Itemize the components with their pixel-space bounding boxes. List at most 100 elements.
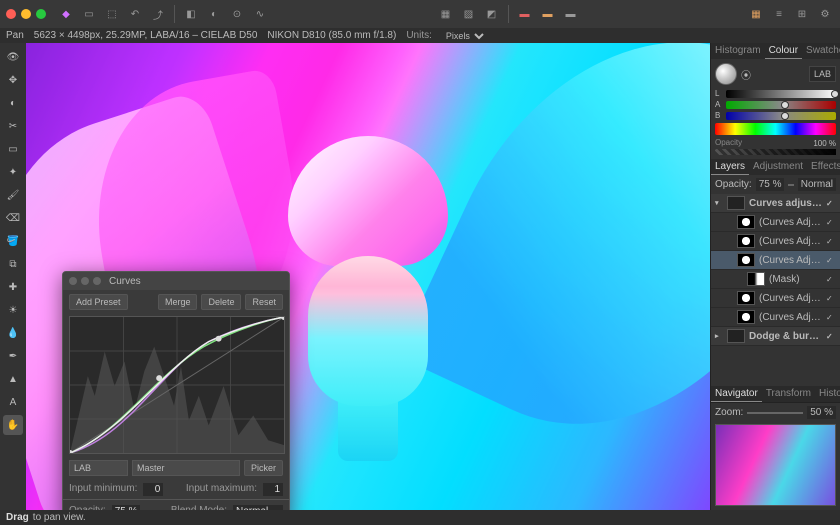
move-tool[interactable]: ✥ — [3, 70, 23, 90]
units-select[interactable]: Pixels — [442, 30, 487, 42]
layer-group[interactable]: ▸Dodge & burn (Group)✓ — [711, 327, 840, 346]
app-toolbar: ◆ ▭ ⬚ ↶ ⤴ ◧ ◐ ⊙ ∿ ▦ ▨ ◩ ▬ ▬ ▬ ▦ ≡ ⊞ ⚙ — [0, 0, 840, 28]
zoom-slider[interactable] — [747, 412, 803, 414]
curves-blendmode[interactable]: Normal — [233, 505, 283, 510]
share-icon[interactable]: ⤴ — [149, 5, 167, 23]
tab-adjustment[interactable]: Adjustment — [749, 159, 807, 175]
layer-opacity-value[interactable]: 75 % — [756, 178, 785, 191]
dodge-tool[interactable]: ☀ — [3, 300, 23, 320]
refine-icon[interactable]: ▬ — [539, 5, 557, 23]
maximize-window[interactable] — [36, 9, 46, 19]
doc-info: 5623 × 4498px, 25.29MP, LABA/16 – CIELAB… — [34, 30, 258, 41]
tab-histogram[interactable]: Histogram — [711, 43, 765, 59]
layer-group[interactable]: ▾Curves adjustments (Group)✓ — [711, 194, 840, 213]
eyedropper-icon[interactable]: ⦿ — [741, 67, 751, 82]
invert-icon[interactable]: ◩ — [483, 5, 501, 23]
levels-icon[interactable]: ◧ — [182, 5, 200, 23]
adjust-icon[interactable]: ⊙ — [228, 5, 246, 23]
brush-tool[interactable]: 🖌 — [3, 185, 23, 205]
colour-tabs: HistogramColourSwatchesBrushes — [711, 43, 840, 59]
curves-icon[interactable]: ∿ — [251, 5, 269, 23]
picker-button[interactable]: Picker — [244, 460, 283, 476]
pan-tool[interactable]: ✋ — [3, 415, 23, 435]
layers-panel: Opacity: 75 % Normal ▾Curves adjustments… — [711, 175, 840, 386]
navigator-panel: Zoom: 50 % — [711, 402, 840, 510]
reset-button[interactable]: Reset — [245, 294, 283, 310]
tab-effects[interactable]: Effects — [807, 159, 840, 175]
tab-swatches[interactable]: Swatches — [802, 43, 840, 59]
colour-slider-L[interactable]: L — [715, 89, 836, 98]
curves-graph[interactable] — [69, 316, 285, 454]
input-max-value[interactable]: 1 — [263, 483, 283, 496]
delete-button[interactable]: Delete — [201, 294, 241, 310]
tab-history[interactable]: History — [815, 386, 840, 402]
layers-tabs: LayersAdjustmentEffectsStylesStock — [711, 159, 840, 175]
tab-transform[interactable]: Transform — [762, 386, 815, 402]
layer-item[interactable]: (Curves Adjustment)✓ — [711, 308, 840, 327]
align-icon[interactable]: ≡ — [770, 5, 788, 23]
layer-blendmode[interactable]: Normal — [798, 178, 836, 191]
channel-select[interactable]: Master — [132, 460, 240, 476]
merge-button[interactable]: Merge — [158, 294, 198, 310]
clone-tool[interactable]: ⧉ — [3, 254, 23, 274]
text-tool[interactable]: A — [3, 392, 23, 412]
layer-item[interactable]: (Mask)✓ — [711, 270, 840, 289]
snapping-icon[interactable]: ▬ — [562, 5, 580, 23]
close-window[interactable] — [6, 9, 16, 19]
flood-select[interactable]: ✦ — [3, 162, 23, 182]
spectrum-picker[interactable] — [715, 123, 836, 135]
curves-adjustment-panel: Curves Add Preset Merge Delete Reset — [62, 271, 290, 510]
history-icon[interactable]: ↶ — [126, 5, 144, 23]
minimize-window[interactable] — [21, 9, 31, 19]
view-tool[interactable]: 👁 — [3, 47, 23, 67]
heal-tool[interactable]: ✚ — [3, 277, 23, 297]
zoom-value[interactable]: 50 % — [807, 406, 836, 419]
layer-item[interactable]: (Curves Adjustm✓ — [711, 213, 840, 232]
colour-panel: ⦿ LAB LAB Opacity 100 % — [711, 59, 840, 159]
layer-list: ▾Curves adjustments (Group)✓(Curves Adju… — [711, 194, 840, 386]
navigator-tabs: NavigatorTransformHistoryChannels — [711, 386, 840, 402]
blur-tool[interactable]: 💧 — [3, 323, 23, 343]
colour-swatch[interactable] — [715, 63, 737, 85]
tab-navigator[interactable]: Navigator — [711, 386, 762, 402]
colour-slider-B[interactable]: B — [715, 111, 836, 120]
canvas-viewport[interactable]: Curves Add Preset Merge Delete Reset — [26, 43, 710, 510]
colour-model-select[interactable]: LAB — [809, 66, 836, 82]
select-all-icon[interactable]: ▦ — [437, 5, 455, 23]
tab-colour[interactable]: Colour — [765, 43, 802, 59]
contrast-icon[interactable]: ◐ — [205, 5, 223, 23]
layer-item[interactable]: (Curves Adjustment)✓ — [711, 289, 840, 308]
navigator-preview[interactable] — [715, 424, 836, 506]
colorspace-select[interactable]: LAB — [69, 460, 128, 476]
document-icon[interactable]: ▭ — [80, 5, 98, 23]
assistant-icon[interactable]: ⚙ — [816, 5, 834, 23]
tab-layers[interactable]: Layers — [711, 159, 749, 175]
layer-opacity-slider[interactable] — [788, 184, 793, 186]
input-min-value[interactable]: 0 — [143, 483, 163, 496]
context-toolbar: Pan 5623 × 4498px, 25.29MP, LABA/16 – CI… — [0, 28, 840, 43]
selection-tool[interactable]: ▭ — [3, 139, 23, 159]
erase-tool[interactable]: ⌫ — [3, 208, 23, 228]
crop-tool[interactable]: ✂ — [3, 116, 23, 136]
layer-item[interactable]: (Curves Adjustment)✓ — [711, 251, 840, 270]
curves-opacity-value[interactable]: 75 % — [112, 505, 141, 510]
add-preset-button[interactable]: Add Preset — [69, 294, 128, 310]
colour-slider-A[interactable]: A — [715, 100, 836, 109]
insert-icon[interactable]: ⊞ — [793, 5, 811, 23]
quickmask-icon[interactable]: ▬ — [516, 5, 534, 23]
color-picker[interactable]: ◐ — [3, 93, 23, 113]
fill-tool[interactable]: 🪣 — [3, 231, 23, 251]
deselect-icon[interactable]: ▨ — [460, 5, 478, 23]
arrange-icon[interactable]: ▦ — [747, 5, 765, 23]
shape-tool[interactable]: ▲ — [3, 369, 23, 389]
tools-panel: 👁 ✥ ◐ ✂ ▭ ✦ 🖌 ⌫ 🪣 ⧉ ✚ ☀ 💧 ✒ ▲ A ✋ — [0, 43, 26, 510]
persona-icon[interactable]: ⬚ — [103, 5, 121, 23]
app-logo-icon: ◆ — [57, 5, 75, 23]
camera-info: NIKON D810 (85.0 mm f/1.8) — [267, 30, 396, 41]
window-controls — [6, 9, 46, 19]
pen-tool[interactable]: ✒ — [3, 346, 23, 366]
panel-header[interactable]: Curves — [63, 272, 289, 290]
layer-item[interactable]: (Curves Adjustm✓ — [711, 232, 840, 251]
opacity-slider[interactable]: 100 % — [715, 149, 836, 155]
panel-title: Curves — [109, 276, 141, 287]
